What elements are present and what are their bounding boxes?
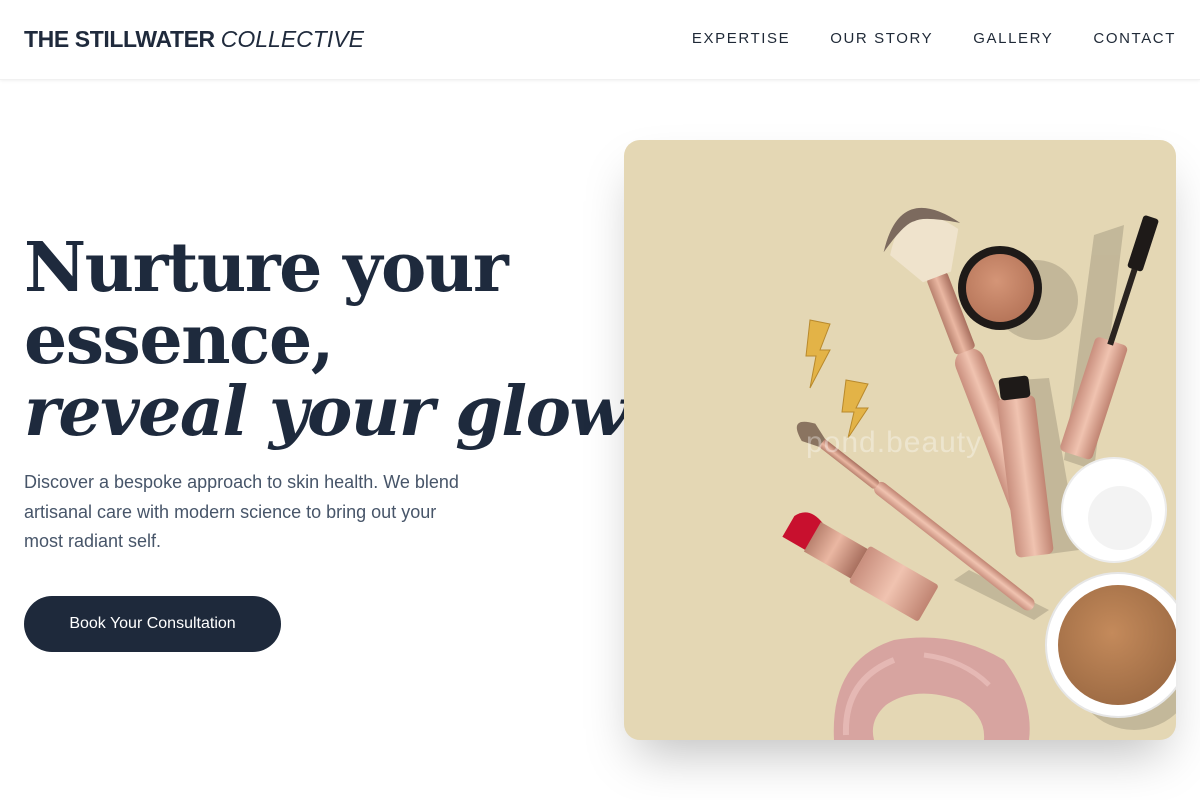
bronzer-compact-icon [1045,457,1176,718]
nav-item-contact[interactable]: CONTACT [1093,30,1176,47]
hero-image: pond.beauty [624,140,1176,740]
brand-name-italic: COLLECTIVE [220,26,364,52]
scrunchie-icon [833,637,1030,740]
image-watermark: pond.beauty [806,426,983,459]
book-consultation-button[interactable]: Book Your Consultation [24,596,281,652]
headline-line-2: essence, [24,300,334,380]
brand-name-strong: THE STILLWATER [24,26,215,52]
nav-item-our-story[interactable]: OUR STORY [830,30,933,47]
headline-line-1: Nurture your [24,228,509,308]
brand-logo[interactable]: THE STILLWATER COLLECTIVE [24,26,364,53]
nav-item-gallery[interactable]: GALLERY [973,30,1053,47]
lightning-earrings-icon [805,319,869,439]
site-header: THE STILLWATER COLLECTIVE EXPERTISE OUR … [0,0,1200,80]
nav-item-expertise[interactable]: EXPERTISE [692,30,790,47]
main-nav: EXPERTISE OUR STORY GALLERY CONTACT [692,30,1176,47]
hero-headline: Nurture your essence, reveal your glow. [24,228,643,452]
headline-line-3: reveal your glow. [24,372,643,452]
hero-description: Discover a bespoke approach to skin heal… [24,472,459,551]
blush-compact-icon [958,246,1042,330]
